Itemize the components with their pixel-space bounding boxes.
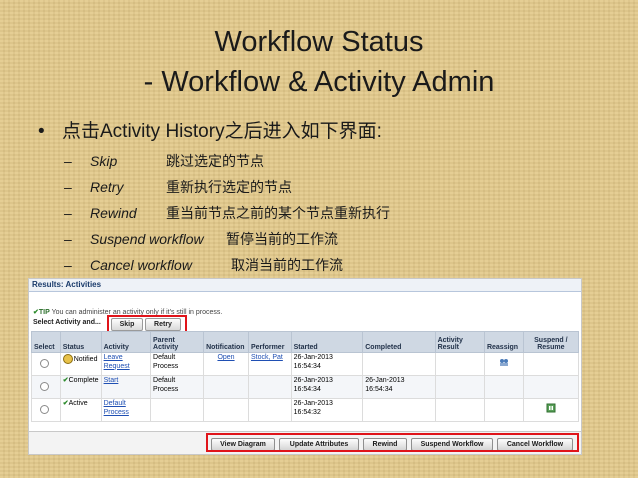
suspend-icon[interactable] — [546, 403, 556, 413]
col-parent-activity: Parent Activity — [150, 331, 205, 353]
sub-bullet-rewind: – Rewind 重当前节点之前的某个节点重新执行 — [64, 200, 390, 226]
sub-bullet-skip: – Skip 跳过选定的节点 — [64, 148, 390, 174]
result-cell — [434, 398, 485, 422]
status-text: Active — [68, 400, 88, 407]
parent-cell: Default Process — [150, 352, 205, 376]
completed-cell — [362, 352, 436, 376]
activity-link[interactable]: Leave Request — [104, 354, 130, 370]
dash: – — [64, 257, 72, 273]
notified-icon — [62, 354, 73, 364]
performer-link[interactable]: Stock, Pat — [251, 354, 283, 361]
activity-cell[interactable]: Default Process — [100, 398, 152, 422]
sub-bullet-cancel: – Cancel workflow 取消当前的工作流 — [64, 252, 390, 278]
result-cell — [434, 375, 485, 399]
col-completed: Completed — [362, 331, 436, 353]
slide-subtitle: - Workflow & Activity Admin — [143, 66, 495, 98]
highlight-box-bottom — [206, 433, 579, 452]
parent-cell: Default Process — [150, 375, 205, 399]
sub-bullet-suspend: – Suspend workflow 暂停当前的工作流 — [64, 226, 390, 252]
col-status: Status — [59, 331, 102, 353]
suspend-cell — [522, 375, 580, 399]
performer-cell[interactable]: Stock, Pat — [247, 352, 292, 376]
select-radio[interactable] — [40, 359, 49, 368]
activities-screenshot: Results: Activities ✔TIP You can adminis… — [28, 278, 582, 455]
parent-cell — [150, 398, 205, 422]
table-row: ✔Complete Start Default Process 26-Jan-2… — [31, 375, 580, 399]
dash: – — [64, 231, 72, 247]
sub-bullet-list: – Skip 跳过选定的节点 – Retry 重新执行选定的节点 – Rewind 重当前节… — [64, 148, 390, 278]
status-cell: Notified — [59, 352, 102, 376]
tip-label: TIP — [38, 309, 50, 316]
activity-link[interactable]: Start — [104, 377, 119, 384]
main-bullet: • 点击Activity History之后进入如下界面: — [38, 116, 382, 143]
action-name: Suspend workflow — [90, 231, 204, 247]
activity-cell[interactable]: Leave Request — [100, 352, 152, 376]
col-activity-result: Activity Result — [434, 331, 485, 353]
col-performer: Performer — [247, 331, 292, 353]
activity-link[interactable]: Default Process — [104, 400, 129, 416]
action-name: Rewind — [90, 205, 137, 221]
action-description: 重新执行选定的节点 — [166, 180, 292, 196]
status-text: Complete — [68, 377, 99, 384]
suspend-cell — [522, 352, 580, 376]
action-description: 跳过选定的节点 — [166, 154, 264, 170]
activity-cell[interactable]: Start — [100, 375, 152, 399]
completed-cell — [362, 398, 436, 422]
performer-cell — [247, 398, 292, 422]
notification-cell — [203, 398, 249, 422]
dash: – — [64, 205, 72, 221]
col-select: Select — [31, 331, 61, 353]
col-activity: Activity — [100, 331, 152, 353]
status-cell: ✔Active — [59, 398, 102, 422]
col-started: Started — [290, 331, 364, 353]
reassign-cell[interactable] — [483, 352, 524, 376]
started-cell: 26-Jan-2013 16:54:34 — [290, 375, 364, 399]
col-notification: Notification — [203, 331, 249, 353]
action-name: Skip — [90, 153, 118, 169]
notification-cell[interactable]: Open — [203, 352, 249, 376]
action-description: 暂停当前的工作流 — [226, 232, 338, 248]
action-name: Retry — [90, 179, 124, 195]
slide-title: Workflow Status — [214, 26, 424, 58]
notification-cell — [203, 375, 249, 399]
table-row: ✔Active Default Process 26-Jan-2013 16:5… — [31, 398, 580, 422]
select-activity-label: Select Activity and... — [33, 319, 101, 326]
performer-cell — [247, 375, 292, 399]
action-name: Cancel workflow — [90, 257, 192, 273]
sub-bullet-retry: – Retry 重新执行选定的节点 — [64, 174, 390, 200]
reassign-cell — [483, 398, 524, 422]
action-description: 取消当前的工作流 — [231, 258, 343, 274]
table-header-row: Select Status Activity Parent Activity N… — [31, 331, 580, 353]
action-description: 重当前节点之前的某个节点重新执行 — [166, 206, 390, 222]
col-suspend-resume: Suspend / Resume — [522, 331, 580, 353]
reassign-icon[interactable] — [499, 358, 509, 367]
table-row: Notified Leave Request Default Process O… — [31, 352, 580, 376]
notification-link[interactable]: Open — [217, 354, 234, 361]
dash: – — [64, 153, 72, 169]
results-header: Results: Activities — [29, 279, 581, 292]
select-radio[interactable] — [40, 405, 49, 414]
select-cell[interactable] — [31, 398, 61, 422]
dash: – — [64, 179, 72, 195]
bullet-dot: • — [38, 121, 45, 142]
reassign-cell — [483, 375, 524, 399]
activities-table: Select Status Activity Parent Activity N… — [31, 331, 580, 422]
status-cell: ✔Complete — [59, 375, 102, 399]
status-text: Notified — [73, 355, 98, 363]
select-radio[interactable] — [40, 382, 49, 391]
result-cell — [434, 352, 485, 376]
main-bullet-text: 点击Activity History之后进入如下界面: — [62, 121, 382, 142]
col-reassign: Reassign — [483, 331, 524, 353]
started-cell: 26-Jan-2013 16:54:34 — [290, 352, 364, 376]
select-cell[interactable] — [31, 352, 61, 376]
completed-cell: 26-Jan-2013 16:54:34 — [362, 375, 436, 399]
suspend-cell[interactable] — [522, 398, 580, 422]
started-cell: 26-Jan-2013 16:54:32 — [290, 398, 364, 422]
select-cell[interactable] — [31, 375, 61, 399]
